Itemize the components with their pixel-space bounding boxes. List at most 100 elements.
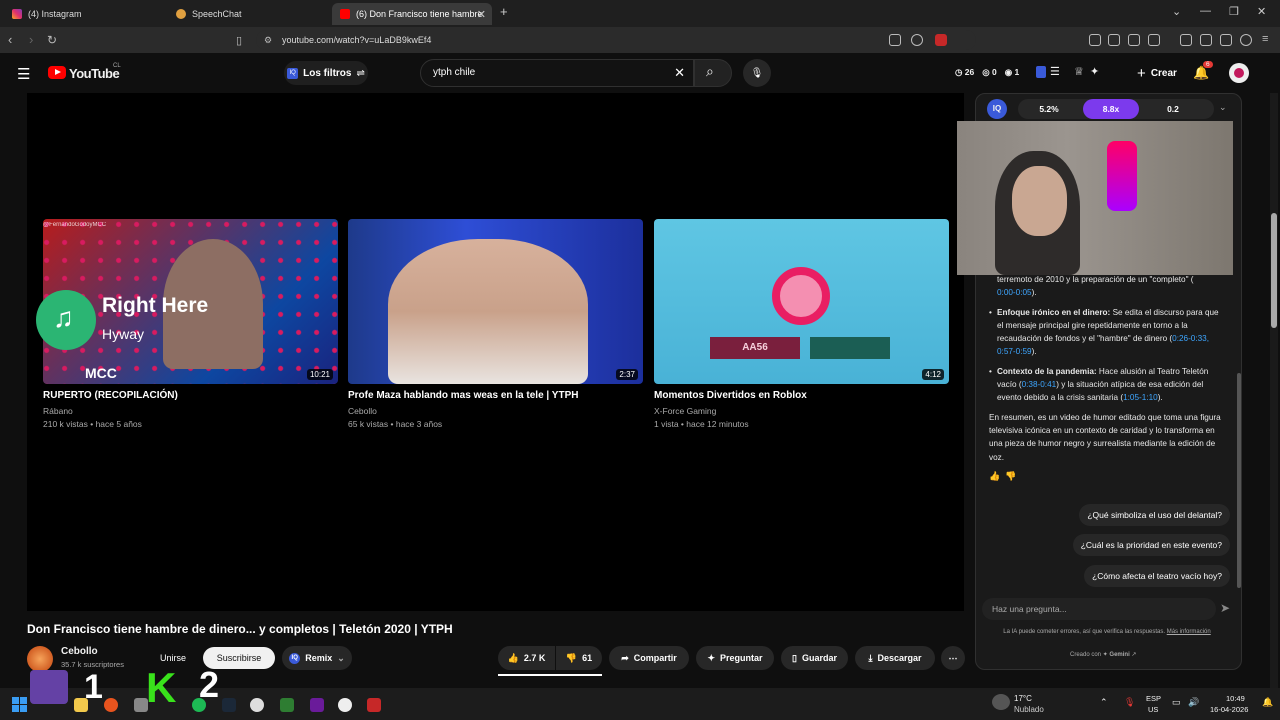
close-window-button[interactable]: ✕ (1257, 5, 1266, 18)
panel-chevron-icon[interactable]: ⌄ (1219, 102, 1227, 113)
endscreen-card-2[interactable]: 2:37 Profe Maza hablando mas weas en la … (348, 219, 643, 431)
share-icon[interactable] (911, 34, 923, 46)
steam-icon[interactable] (222, 698, 236, 712)
clear-search-icon[interactable]: ✕ (674, 60, 685, 86)
extension-1-icon[interactable] (1089, 34, 1101, 46)
timestamp-link[interactable]: 0:00-0:05 (997, 288, 1032, 297)
suggestion-3[interactable]: ¿Cómo afecta el teatro vacío hoy? (1084, 565, 1230, 587)
extension-3-icon[interactable] (1148, 34, 1160, 46)
forward-icon[interactable]: › (29, 32, 33, 47)
app-red-icon[interactable] (367, 698, 381, 712)
menu-icon[interactable]: ≡ (1262, 33, 1268, 45)
dislike-button[interactable]: 👎 61 (556, 646, 602, 670)
site-info-icon[interactable]: ⚙ (264, 30, 272, 50)
list-icon[interactable]: ☰ (1050, 65, 1060, 78)
brave-shield-icon[interactable] (935, 34, 947, 46)
more-info-link[interactable]: Más información (1167, 629, 1211, 635)
sidebar-icon[interactable] (1180, 34, 1192, 46)
send-icon[interactable]: ➤ (1220, 601, 1230, 615)
timestamp-link[interactable]: 0:38-0:41 (1022, 380, 1057, 389)
extension-2-icon[interactable] (1108, 34, 1120, 46)
close-tab-icon[interactable]: ✕ (477, 8, 486, 21)
download-button[interactable]: ⤓ Descargar (855, 646, 935, 670)
card-channel[interactable]: Rábano (43, 405, 338, 418)
network-icon[interactable]: ▭ (1172, 697, 1181, 708)
tab-youtube[interactable]: (6) Don Francisco tiene hambre ✕ (332, 3, 492, 25)
channel-name[interactable]: Cebollo (61, 646, 98, 657)
brave-icon[interactable] (104, 698, 118, 712)
remix-button[interactable]: IQ Remix ⌄ (282, 646, 352, 670)
card-title[interactable]: Momentos Divertidos en Roblox (654, 390, 949, 401)
channel-avatar[interactable] (27, 646, 53, 672)
microphone-tray-icon[interactable]: 🎙 (1124, 697, 1135, 708)
puzzle-icon[interactable] (1128, 34, 1140, 46)
lang-layout[interactable]: US (1148, 705, 1158, 714)
clock-time[interactable]: 10:49 (1226, 694, 1245, 703)
volume-icon[interactable]: 🔊 (1188, 697, 1199, 708)
reload-icon[interactable]: ↻ (47, 33, 57, 47)
metric-2[interactable]: 8.8x (1083, 99, 1139, 119)
timestamp-link[interactable]: 1:05-1:10 (1123, 393, 1158, 402)
iq-ext-icon[interactable] (1036, 66, 1046, 78)
create-button[interactable]: + Crear (1124, 60, 1190, 86)
thumbs-up-icon[interactable]: 👍 (989, 471, 1000, 481)
more-actions-button[interactable]: ⋯ (941, 646, 965, 670)
card-channel[interactable]: Cebollo (348, 405, 643, 418)
panel-scrollbar[interactable] (1237, 373, 1241, 588)
notifications-tray-icon[interactable]: 🔔 (1262, 697, 1273, 708)
minimize-button[interactable]: — (1200, 5, 1211, 17)
tab-list-icon[interactable]: ⌄ (1172, 5, 1181, 18)
shield-icon[interactable] (1240, 34, 1252, 46)
iq-logo-icon[interactable]: IQ (987, 99, 1007, 119)
avatar[interactable] (1229, 63, 1249, 83)
scroll-thumb[interactable] (1271, 213, 1277, 328)
windows-start-icon[interactable] (12, 697, 28, 713)
app-purple-icon[interactable] (310, 698, 324, 712)
weather-icon[interactable] (992, 694, 1010, 710)
metric-3[interactable]: 0.2 (1146, 99, 1200, 119)
thumbs-down-icon[interactable]: 👎 (1005, 471, 1016, 481)
share-button[interactable]: ➦ Compartir (609, 646, 689, 670)
vpn-icon[interactable] (1220, 34, 1232, 46)
card-thumbnail[interactable]: AA56 4:12 (654, 219, 949, 384)
like-button[interactable]: 👍 2.7 K (498, 646, 555, 670)
filters-button[interactable]: IQ Los filtros ⇌ (284, 61, 368, 85)
suggestion-1[interactable]: ¿Qué simboliza el uso del delantal? (1079, 504, 1230, 526)
lang-code[interactable]: ESP (1146, 694, 1161, 703)
suggestion-2[interactable]: ¿Cuál es la prioridad en este evento? (1072, 534, 1230, 556)
maximize-button[interactable]: ❐ (1229, 5, 1239, 18)
sparkle-icon[interactable]: ✦ (1090, 65, 1099, 78)
youtube-logo-icon[interactable] (48, 66, 66, 79)
stat-a: ◷ 26 (955, 67, 975, 77)
back-icon[interactable]: ‹ (8, 32, 12, 47)
voice-search-button[interactable]: 🎙 (743, 59, 771, 87)
screen-icon[interactable] (889, 34, 901, 46)
app-circle-icon[interactable] (338, 698, 352, 712)
tab-instagram[interactable]: (4) Instagram (4, 3, 164, 25)
wallet-icon[interactable] (1200, 34, 1212, 46)
ask-button[interactable]: ✦ Preguntar (696, 646, 774, 670)
roblox-ring (772, 267, 830, 325)
clock-date[interactable]: 16-04-2026 (1210, 705, 1248, 714)
trophy-icon[interactable]: ♕ (1074, 65, 1084, 78)
endscreen-card-3[interactable]: AA56 4:12 Momentos Divertidos en Roblox … (654, 219, 949, 431)
search-button[interactable]: ⌕ (694, 59, 732, 87)
save-button[interactable]: ▯ Guardar (781, 646, 848, 670)
card-title[interactable]: Profe Maza hablando mas weas en la tele … (348, 390, 643, 401)
page-scrollbar[interactable] (1270, 93, 1278, 688)
metric-1[interactable]: 5.2% (1022, 99, 1076, 119)
bookmark-icon[interactable]: ▯ (236, 34, 242, 47)
obs-icon[interactable] (250, 698, 264, 712)
url-field[interactable]: ⚙ youtube.com/watch?v=uLaDB9kwEf4 (256, 30, 976, 50)
search-input[interactable]: ytph chile ✕ (420, 59, 694, 87)
youtube-logo-text[interactable]: YouTube (69, 66, 120, 81)
new-tab-button[interactable]: + (500, 4, 508, 19)
card-thumbnail[interactable]: 2:37 (348, 219, 643, 384)
tab-speechchat[interactable]: SpeechChat (168, 3, 328, 25)
hamburger-icon[interactable]: ☰ (17, 65, 30, 83)
card-title[interactable]: RUPERTO (RECOPILACIÓN) (43, 390, 338, 401)
question-input[interactable]: Haz una pregunta... (982, 598, 1216, 620)
app-green-icon[interactable] (280, 698, 294, 712)
tray-chevron-icon[interactable]: ⌃ (1100, 697, 1108, 708)
card-channel[interactable]: X-Force Gaming (654, 405, 949, 418)
